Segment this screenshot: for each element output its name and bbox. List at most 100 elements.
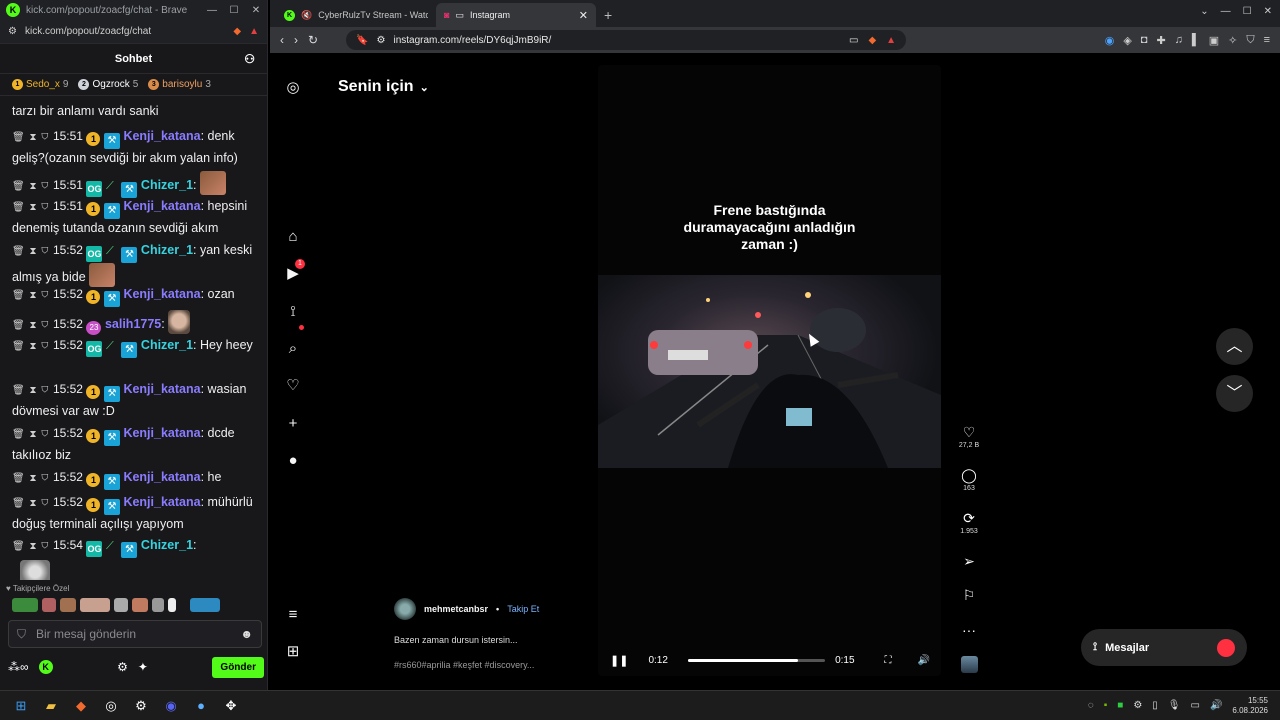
usb-icon[interactable]: ▯ [1152,700,1158,711]
emote-cat-icon[interactable] [60,598,76,612]
points-icon[interactable]: ⁂∞ [8,660,29,674]
mod-tools-icon[interactable]: 🗑 ⧗ ⛉ [12,498,49,509]
mod-tools-icon[interactable]: 🗑 ⧗ ⛉ [12,246,49,257]
username[interactable]: Kenji_katana [123,426,200,440]
mod-tools-icon[interactable]: 🗑 ⧗ ⛉ [12,341,49,352]
brave-rewards-icon[interactable]: ▲ [249,26,259,37]
emote-face-icon[interactable] [80,598,110,612]
music-icon[interactable]: ♫ [1175,34,1183,47]
microphone-icon[interactable]: 🎙 [1168,700,1181,711]
emote-earth-icon[interactable] [190,598,220,612]
tray-icon[interactable]: ■ [1117,700,1123,711]
extension-icon[interactable]: ◈ [1123,34,1131,47]
close-tab-icon[interactable]: ✕ [579,9,588,22]
tray-icon[interactable]: ◌ [1088,700,1094,711]
steam-tray-icon[interactable]: ⚙ [1133,700,1142,711]
clock[interactable]: 15:55 6.08.2026 [1232,696,1268,716]
previous-reel-button[interactable]: ︿ [1216,328,1253,365]
windows-start-icon[interactable]: ⊞ [6,693,36,719]
mod-tools-icon[interactable]: 🗑 ⧗ ⛉ [12,320,49,331]
reel-hashtags[interactable]: #rs660#aprilia #keşfet #discovery... [394,660,644,670]
search-icon[interactable]: ⌕ [284,340,302,358]
fullscreen-icon[interactable]: ⛶ [885,655,892,666]
extension-icon[interactable]: ✦ [138,660,148,674]
discord-icon[interactable]: ◉ [156,693,186,719]
emote-face-icon[interactable] [42,598,56,612]
mod-tools-icon[interactable]: 🗑 ⧗ ⛉ [12,541,49,552]
extension-icon[interactable]: ◉ [1105,34,1115,47]
username[interactable]: Kenji_katana [123,470,200,484]
username[interactable]: Chizer_1 [141,243,193,257]
brave-browser-icon[interactable]: ◆ [66,693,96,719]
maximize-button[interactable]: ☐ [1243,6,1252,17]
emote-frog-icon[interactable] [12,598,38,612]
address-bar[interactable]: ⚙ kick.com/popout/zoacfg/chat ◆ ▲ [0,20,267,44]
mod-tools-icon[interactable]: 🗑 ⧗ ⛉ [12,181,49,192]
pause-icon[interactable]: ❚❚ [610,654,628,667]
username[interactable]: Kenji_katana [123,199,200,213]
username[interactable]: Kenji_katana [123,129,200,143]
tab-instagram[interactable]: ◙ ▭ Instagram ✕ [436,3,596,27]
meta-apps-icon[interactable]: ⊞ [284,643,302,661]
video-frame[interactable] [598,275,941,468]
vpn-icon[interactable]: ⛉ [1246,34,1254,47]
speaker-muted-icon[interactable]: 🔇 [301,10,312,21]
home-icon[interactable]: ⌂ [284,228,302,246]
leader-2[interactable]: 2 Ogzrock 5 [78,79,138,90]
menu-icon[interactable]: ≡ [1264,34,1270,47]
cast-icon[interactable]: ▭ [849,35,858,46]
author-username[interactable]: mehmetcanbsr [424,604,488,614]
bookmark-icon[interactable]: 🔖 [356,35,368,46]
app-icon[interactable]: ● [186,693,216,719]
username[interactable]: salih1775 [105,317,161,331]
share-button[interactable]: ➢ [953,553,985,570]
volume-icon[interactable]: 🔊 [918,655,930,666]
close-button[interactable]: ✕ [245,5,267,16]
wallet-icon[interactable]: ▣ [1209,34,1219,47]
save-button[interactable]: ⚐ [953,587,985,604]
back-icon[interactable]: ‹ [280,33,284,47]
emote-face-icon[interactable] [114,598,128,612]
puzzle-icon[interactable]: ✚ [1156,34,1165,47]
mod-tools-icon[interactable]: 🗑 ⧗ ⛉ [12,132,49,143]
file-explorer-icon[interactable]: ▰ [36,693,66,719]
progress-bar[interactable] [687,658,826,662]
volume-icon[interactable]: 🔊 [1210,700,1222,711]
next-reel-button[interactable]: ﹀ [1216,375,1253,412]
notifications-heart-icon[interactable]: ♡ [284,377,302,395]
username[interactable]: Kenji_katana [123,495,200,509]
mod-tools-icon[interactable]: 🗑 ⧗ ⛉ [12,473,49,484]
site-info-icon[interactable]: ⚙ [377,35,386,46]
settings-gear-icon[interactable]: ⚙ [117,660,128,674]
reload-icon[interactable]: ↻ [308,33,318,47]
brave-shield-icon[interactable]: ◆ [868,35,876,46]
reel-player[interactable]: Frene bastığında duramayacağını anladığı… [598,65,941,676]
username[interactable]: Kenji_katana [123,382,200,396]
username[interactable]: Chizer_1 [141,338,193,352]
instagram-logo-icon[interactable]: ◎ [284,79,302,97]
create-plus-icon[interactable]: + [284,415,302,433]
obs-icon[interactable]: ◎ [96,693,126,719]
minimize-button[interactable]: — [201,5,223,16]
profile-avatar-icon[interactable]: ● [284,452,302,470]
steam-icon[interactable]: ⚙ [126,693,156,719]
nvidia-icon[interactable]: ▪ [1104,700,1108,711]
app-icon[interactable]: ✥ [216,693,246,719]
username[interactable]: Chizer_1 [141,538,193,552]
more-menu-icon[interactable]: ≡ [284,606,302,624]
repost-button[interactable]: ⟳ 1.953 [953,510,985,535]
username[interactable]: Chizer_1 [141,178,193,192]
close-button[interactable]: ✕ [1264,6,1272,17]
audio-thumbnail[interactable] [953,656,985,676]
network-icon[interactable]: ▭ [1191,700,1200,711]
more-options-button[interactable]: ··· [953,622,985,638]
emote-face-icon[interactable] [152,598,164,612]
tab-search-icon[interactable]: ⌄ [1200,6,1208,17]
mod-tools-icon[interactable]: 🗑 ⧗ ⛉ [12,202,49,213]
send-button[interactable]: Gönder [212,656,264,678]
like-button[interactable]: ♡ 27,2 B [953,424,985,449]
leader-3[interactable]: 3 barisoylu 3 [148,79,211,90]
chat-input[interactable]: ⛉ Bir mesaj gönderin ☻ [8,620,262,648]
leader-1[interactable]: 1 Sedo_x 9 [12,79,68,90]
user-settings-icon[interactable]: ⚇ [244,52,255,66]
